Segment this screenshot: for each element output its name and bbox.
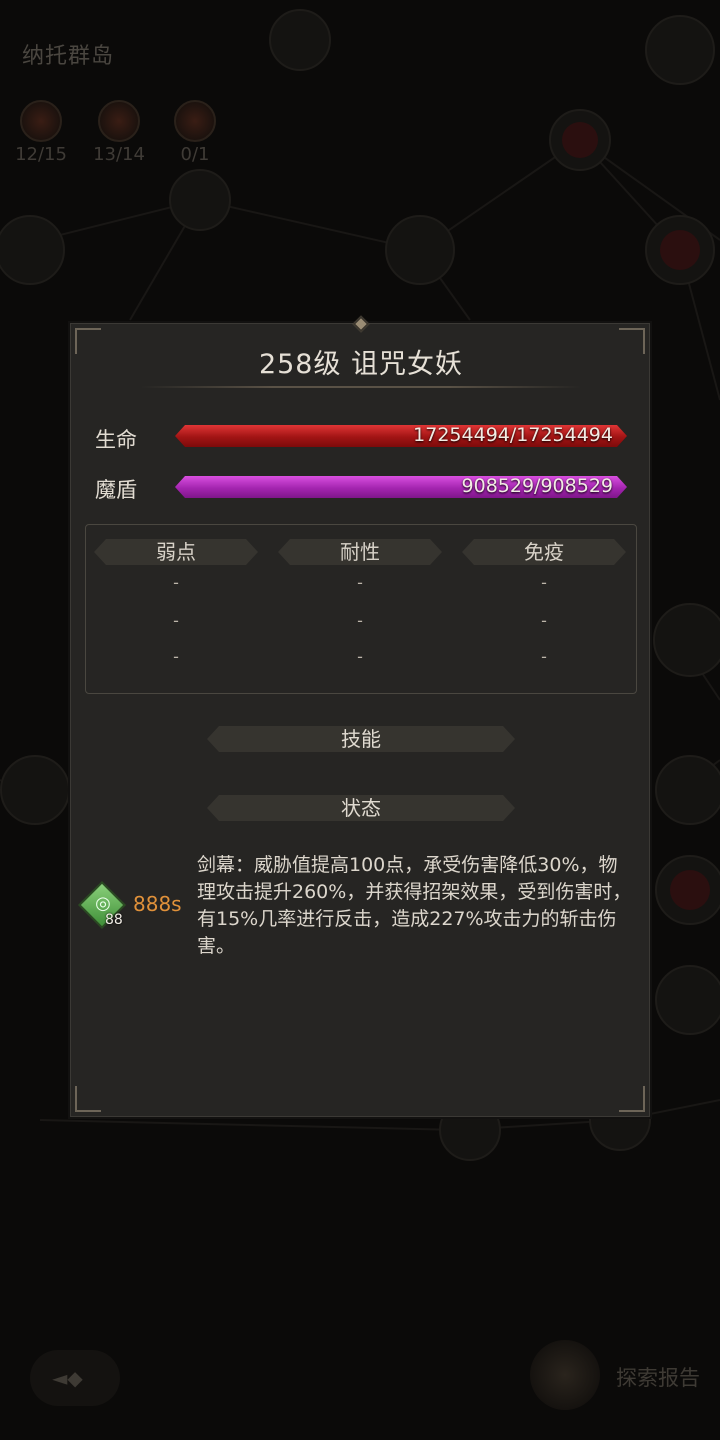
mana-shield-bar: 908529/908529 <box>175 476 627 498</box>
skills-header: 技能 <box>207 726 515 752</box>
mana-shield-value: 908529/908529 <box>461 475 613 497</box>
counter-orb-icon <box>20 100 62 142</box>
counter-label: 13/14 <box>93 144 145 165</box>
table-cell: - <box>357 573 363 592</box>
title-divider <box>141 386 581 388</box>
effect-stack-count: 88 <box>105 912 123 928</box>
monster-info-panel: 258级 诅咒女妖 生命 17254494/17254494 魔盾 908529… <box>70 315 650 1117</box>
counter-label: 12/15 <box>15 144 67 165</box>
monster-title: 258级 诅咒女妖 <box>258 349 464 380</box>
mana-shield-label: 魔盾 <box>95 478 137 502</box>
back-button[interactable]: ◄◆ <box>30 1350 120 1406</box>
hp-label: 生命 <box>95 428 137 452</box>
explore-report-button[interactable]: 探索报告 <box>530 1340 720 1410</box>
table-cell: - <box>357 611 363 630</box>
table-cell: - <box>541 611 547 630</box>
explore-report-label: 探索报告 <box>616 1366 700 1390</box>
corner-ornament <box>619 1086 645 1112</box>
hp-value: 17254494/17254494 <box>413 424 613 446</box>
region-title: 纳托群岛 <box>22 44 115 69</box>
table-cell: - <box>357 647 363 666</box>
counter-orb-icon <box>174 100 216 142</box>
counter-label: 0/1 <box>180 144 210 165</box>
swirl-glyph: ◎ <box>95 893 111 914</box>
resistance-header: 耐性 <box>278 539 442 565</box>
table-cell: - <box>173 611 179 630</box>
counter-orb-icon <box>98 100 140 142</box>
effect-description: 剑幕：威胁值提高100点，承受伤害降低30%，物理攻击提升260%，并获得招架效… <box>197 854 632 957</box>
counter-3: 0/1 <box>160 100 230 165</box>
scroll-icon <box>530 1340 600 1410</box>
immunity-header: 免疫 <box>462 539 626 565</box>
back-arrow-icon: ◄◆ <box>52 1366 83 1390</box>
counter-2: 13/14 <box>84 100 154 165</box>
weakness-header: 弱点 <box>94 539 258 565</box>
table-cell: - <box>173 647 179 666</box>
resistance-table: 弱点 耐性 免疫 - - - - - - - - - <box>85 524 637 694</box>
status-header: 状态 <box>207 795 515 821</box>
corner-ornament <box>75 1086 101 1112</box>
table-cell: - <box>173 573 179 592</box>
table-cell: - <box>541 573 547 592</box>
table-cell: - <box>541 647 547 666</box>
hp-bar: 17254494/17254494 <box>175 425 627 447</box>
effect-duration: 888s <box>133 892 182 916</box>
counter-1: 12/15 <box>6 100 76 165</box>
